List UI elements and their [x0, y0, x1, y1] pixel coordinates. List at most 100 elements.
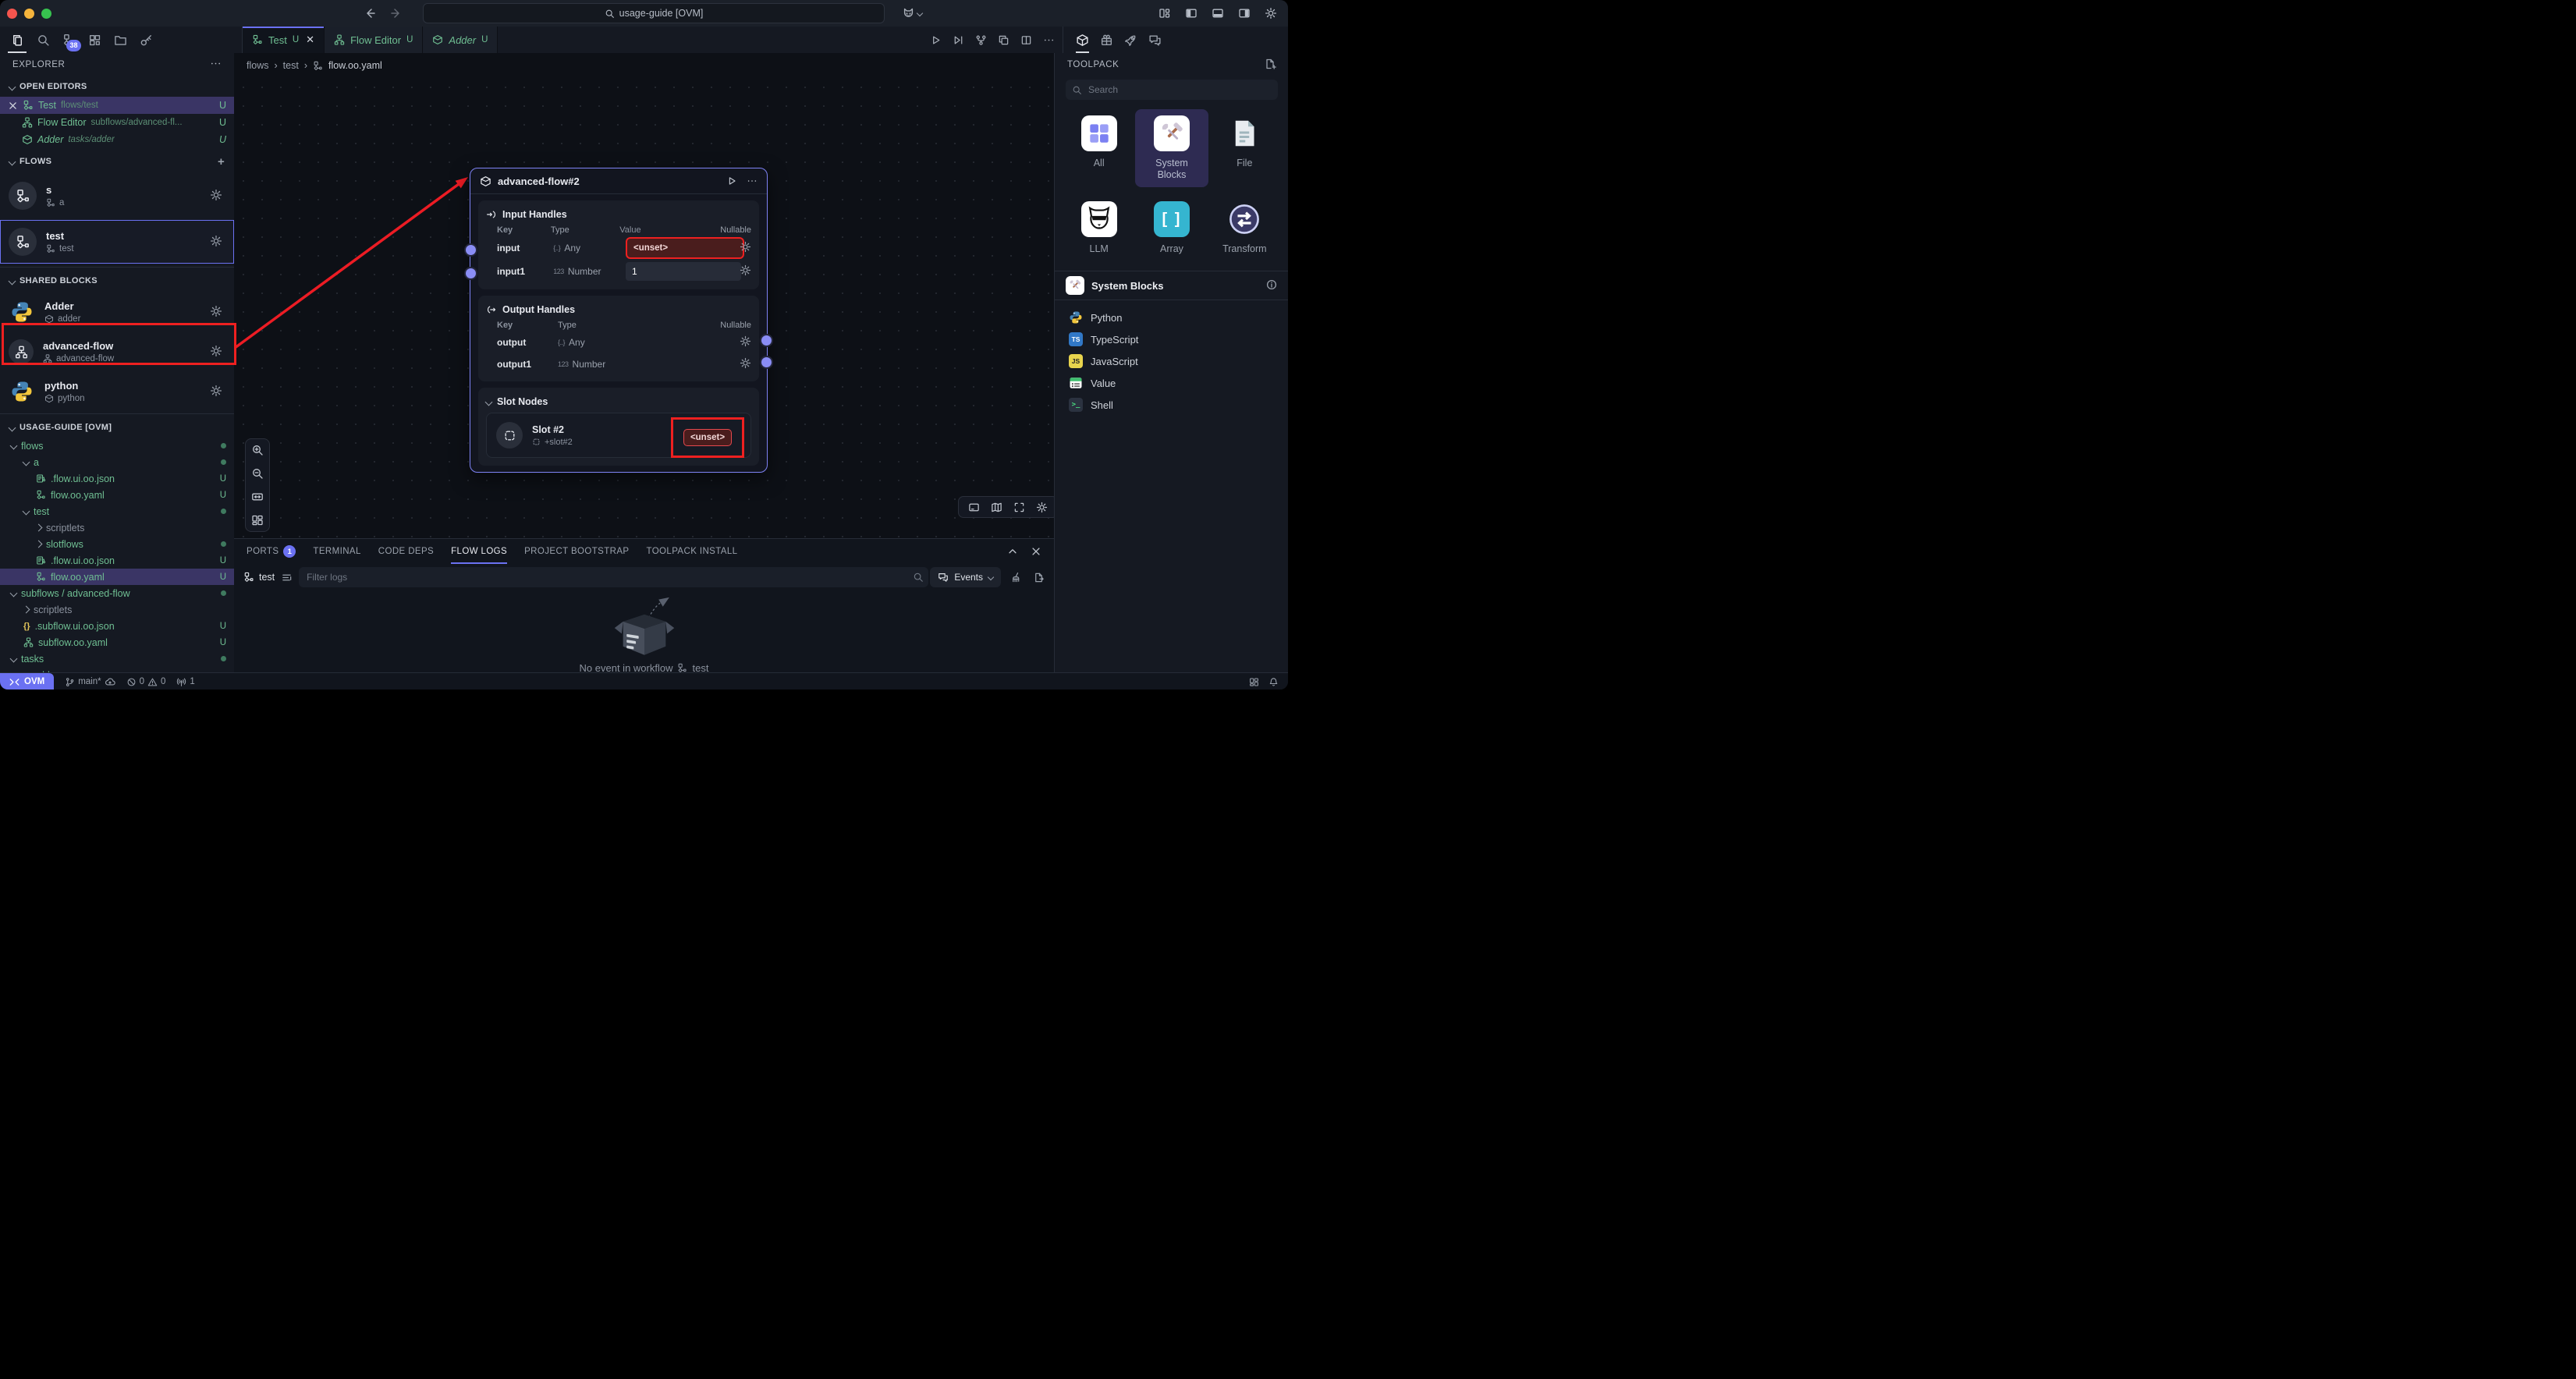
breadcrumb-file[interactable]: flow.oo.yaml	[328, 60, 382, 71]
feedback-tab[interactable]	[1148, 27, 1162, 53]
shared-block-adder[interactable]: Adder adder	[0, 293, 234, 331]
toggle-right-panel-icon[interactable]	[1238, 7, 1251, 19]
remote-indicator[interactable]: OVM	[0, 673, 54, 690]
tab-project-bootstrap[interactable]: PROJECT BOOTSTRAP	[524, 539, 629, 564]
rocket-tab[interactable]	[1124, 27, 1137, 53]
output-handle-port[interactable]	[760, 356, 773, 369]
close-icon[interactable]	[8, 101, 18, 111]
tab-flow-editor[interactable]: Flow Editor U	[325, 27, 423, 53]
unset-value-annotated[interactable]: <unset>	[626, 237, 744, 259]
log-list-icon[interactable]	[281, 572, 293, 583]
handle-settings-gear-icon[interactable]	[740, 264, 751, 278]
workspace-header[interactable]: USAGE-GUIDE [OVM]	[0, 417, 234, 438]
tab-test[interactable]: Test U ✕	[243, 27, 325, 53]
tree-item-subflows-advanced-flow[interactable]: subflows / advanced-flow	[0, 585, 234, 601]
shared-block-python[interactable]: python python	[0, 373, 234, 410]
auto-layout-icon[interactable]	[251, 514, 264, 526]
minimize-traffic-light[interactable]	[24, 9, 34, 19]
activity-search-button[interactable]	[34, 27, 52, 53]
tree-item-subflow-ui-json[interactable]: {}.subflow.ui.oo.jsonU	[0, 618, 234, 634]
tree-item-subflow-yaml[interactable]: subflow.oo.yamlU	[0, 634, 234, 651]
activity-blocks-button[interactable]	[85, 27, 104, 53]
toggle-left-panel-icon[interactable]	[1185, 7, 1198, 19]
toolpack-search-input[interactable]	[1087, 83, 1272, 96]
tree-item-scriptlets[interactable]: scriptlets	[0, 519, 234, 536]
toolpack-item-array[interactable]: [ ] Array	[1135, 195, 1208, 261]
toolpack-tab[interactable]	[1076, 27, 1089, 53]
node-more-icon[interactable]	[747, 175, 758, 186]
open-editor-test[interactable]: Test flows/test U	[0, 97, 234, 114]
activity-folder-button[interactable]	[111, 27, 130, 53]
tree-item-test[interactable]: test	[0, 503, 234, 519]
slot-nodes-header[interactable]: Slot Nodes	[486, 394, 751, 409]
output-row-output1[interactable]: output1 123Number	[486, 353, 751, 375]
tree-item-adder[interactable]: adder	[0, 667, 234, 672]
tab-toolpack-install[interactable]: TOOLPACK INSTALL	[647, 539, 738, 564]
back-arrow-icon[interactable]	[364, 7, 376, 19]
toolpack-item-transform[interactable]: Transform	[1208, 195, 1281, 261]
maximize-panel-icon[interactable]	[1007, 546, 1018, 557]
activity-flows-button[interactable]: 38	[59, 27, 78, 53]
tree-item-scriptlets-2[interactable]: scriptlets	[0, 601, 234, 618]
toolpack-search[interactable]	[1066, 80, 1278, 100]
toolpack-item-system-blocks[interactable]: System Blocks	[1135, 109, 1208, 187]
tab-flow-logs[interactable]: FLOW LOGS	[451, 539, 507, 564]
block-item-typescript[interactable]: TS TypeScript	[1055, 328, 1288, 350]
flow-card-s[interactable]: s a	[0, 174, 234, 218]
command-center-search[interactable]: usage-guide [OVM]	[423, 3, 885, 23]
block-item-python[interactable]: Python	[1055, 307, 1288, 328]
handle-settings-gear-icon[interactable]	[740, 357, 751, 371]
bell-icon[interactable]	[1268, 677, 1279, 687]
tree-item-slotflows[interactable]: slotflows	[0, 536, 234, 552]
shared-block-advanced-flow[interactable]: advanced-flow advanced-flow	[0, 333, 234, 370]
block-settings-gear-icon[interactable]	[210, 385, 222, 399]
tree-item-flow-yaml-selected[interactable]: flow.oo.yamlU	[0, 569, 234, 585]
toggle-bottom-panel-icon[interactable]	[1212, 7, 1224, 19]
split-editor-icon[interactable]	[1020, 34, 1032, 46]
copy-icon[interactable]	[998, 34, 1009, 46]
fit-view-icon[interactable]	[251, 491, 264, 503]
activity-keys-button[interactable]	[137, 27, 155, 53]
tab-terminal[interactable]: TERMINAL	[313, 539, 360, 564]
tree-item-flow-ui-json[interactable]: .flow.ui.oo.jsonU	[0, 470, 234, 487]
flow-canvas[interactable]: advanced-flow#2 Input Handles Key Type V…	[234, 78, 1054, 538]
flow-settings-gear-icon[interactable]	[210, 235, 222, 250]
export-logs-icon[interactable]	[1033, 572, 1045, 583]
run-node-icon[interactable]	[726, 175, 737, 186]
node-advanced-flow-2[interactable]: advanced-flow#2 Input Handles Key Type V…	[470, 168, 768, 473]
toolpack-item-file[interactable]: File	[1208, 109, 1281, 187]
slot-card[interactable]: Slot #2 +slot#2 <unset>	[486, 413, 751, 458]
output-row-output[interactable]: output {..}Any	[486, 331, 751, 353]
block-settings-gear-icon[interactable]	[210, 345, 222, 360]
fullscreen-icon[interactable]	[1013, 502, 1025, 513]
flows-header[interactable]: FLOWS +	[0, 151, 234, 172]
input-row-input1[interactable]: input1 123Number 1	[486, 260, 751, 283]
customize-layout-icon[interactable]	[1158, 7, 1171, 19]
explorer-more-icon[interactable]	[210, 58, 222, 72]
layout-icon[interactable]	[1249, 677, 1259, 687]
shared-blocks-header[interactable]: SHARED BLOCKS	[0, 271, 234, 291]
forward-arrow-icon[interactable]	[390, 7, 403, 19]
activity-explorer-button[interactable]	[8, 27, 27, 53]
toolpack-item-all[interactable]: All	[1063, 109, 1135, 187]
tab-ports[interactable]: PORTS1	[247, 539, 296, 564]
breadcrumb-test[interactable]: test	[283, 60, 299, 71]
close-traffic-light[interactable]	[7, 9, 17, 19]
tree-item-tasks[interactable]: tasks	[0, 651, 234, 667]
new-toolpack-icon[interactable]	[1264, 58, 1276, 73]
open-editor-flow-editor[interactable]: Flow Editor subflows/advanced-fl... U	[0, 114, 234, 131]
tree-item-flow-ui-json-2[interactable]: .flow.ui.oo.jsonU	[0, 552, 234, 569]
settings-gear-icon[interactable]	[1265, 7, 1277, 19]
tree-item-a[interactable]: a	[0, 454, 234, 470]
input-handle-port[interactable]	[464, 243, 477, 257]
ports-item[interactable]: 1	[176, 677, 194, 687]
node-header[interactable]: advanced-flow#2	[470, 168, 767, 194]
tree-item-flow-yaml[interactable]: flow.oo.yamlU	[0, 487, 234, 503]
run-icon[interactable]	[930, 34, 942, 46]
problems-item[interactable]: 0 0	[126, 677, 166, 687]
block-item-value[interactable]: Value	[1055, 372, 1288, 394]
zoom-in-icon[interactable]	[251, 444, 264, 456]
input-row-input[interactable]: input {..}Any <unset>	[486, 236, 751, 260]
canvas-settings-gear-icon[interactable]	[1036, 502, 1048, 513]
value-input[interactable]: 1	[626, 262, 741, 281]
